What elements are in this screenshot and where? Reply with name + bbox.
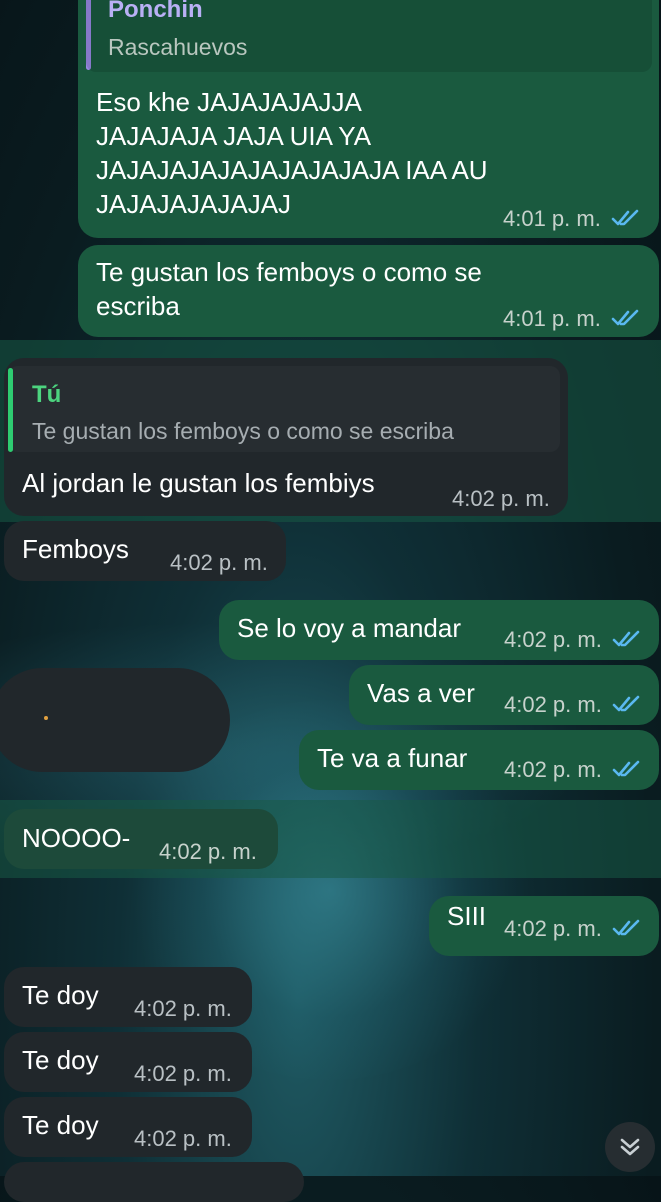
- message-bubble-incoming[interactable]: Tú Te gustan los femboys o como se escri…: [4, 358, 568, 516]
- message-bubble-incoming[interactable]: Te doy 4:02 p. m.: [4, 1032, 252, 1092]
- message-text: Femboys: [22, 534, 129, 564]
- message-bubble-incoming[interactable]: Femboys 4:02 p. m.: [4, 521, 286, 581]
- message-bubble-outgoing[interactable]: Se lo voy a mandar 4:02 p. m.: [219, 600, 659, 660]
- reply-sender-name: Ponchin: [108, 0, 203, 23]
- message-time: 4:02 p. m.: [134, 996, 232, 1021]
- message-time: 4:02 p. m.: [504, 627, 602, 652]
- double-check-icon: [612, 630, 640, 647]
- message-text: Te doy: [22, 980, 99, 1010]
- message-time: 4:02 p. m.: [504, 916, 602, 941]
- message-time: 4:01 p. m.: [503, 306, 601, 331]
- message-text-line: JAJAJAJA JAJA UIA YA: [96, 121, 372, 151]
- reply-quote-text: Rascahuevos: [108, 34, 248, 60]
- message-text: SIII: [447, 901, 487, 931]
- message-text: Te doy: [22, 1110, 99, 1140]
- message-time: 4:02 p. m.: [504, 757, 602, 782]
- message-text: Te va a funar: [317, 743, 468, 773]
- message-bubble-outgoing[interactable]: Ponchin Rascahuevos Eso khe JAJAJAJAJJA …: [78, 0, 659, 238]
- message-time: 4:02 p. m.: [504, 692, 602, 717]
- message-bubble-incoming[interactable]: Te doy 4:02 p. m.: [4, 967, 252, 1027]
- message-time: 4:01 p. m.: [503, 206, 601, 231]
- message-time: 4:02 p. m.: [134, 1061, 232, 1086]
- dot-icon: [44, 716, 48, 720]
- message-text-line: escriba: [96, 291, 180, 321]
- message-bubble-outgoing[interactable]: SIII 4:02 p. m.: [429, 896, 659, 956]
- chevron-double-down-icon: [620, 1138, 640, 1156]
- double-check-icon: [612, 760, 640, 777]
- reply-sender-name: Tú: [32, 381, 62, 408]
- double-check-icon: [612, 919, 640, 936]
- message-text: NOOOO-: [22, 823, 131, 853]
- message-text-line: Te gustan los femboys o como se: [96, 257, 482, 287]
- message-bubble-outgoing[interactable]: Te va a funar 4:02 p. m.: [299, 730, 659, 790]
- message-bubble-incoming[interactable]: [4, 1162, 304, 1202]
- double-check-icon: [611, 209, 639, 226]
- message-text: Se lo voy a mandar: [237, 613, 462, 643]
- message-bubble-incoming[interactable]: Te doy 4:02 p. m.: [4, 1097, 252, 1157]
- message-time: 4:02 p. m.: [159, 839, 257, 864]
- double-check-icon: [612, 695, 640, 712]
- message-time: 4:02 p. m.: [170, 550, 268, 575]
- reply-quote-text: Te gustan los femboys o como se escriba: [32, 418, 454, 444]
- message-text-line: JAJAJAJAJAJAJAJAJAJA IAA AU: [96, 155, 488, 185]
- message-text: Vas a ver: [367, 678, 475, 708]
- message-text: Al jordan le gustan los fembiys: [22, 468, 375, 498]
- message-bubble-outgoing[interactable]: Vas a ver 4:02 p. m.: [349, 665, 659, 725]
- message-text-line: Eso khe JAJAJAJAJJA: [96, 87, 362, 117]
- message-text: Te doy: [22, 1045, 99, 1075]
- message-bubble-incoming[interactable]: NOOOO- 4:02 p. m.: [4, 809, 278, 869]
- message-bubble-outgoing[interactable]: Te gustan los femboys o como se escriba …: [78, 245, 659, 337]
- redacted-message-bubble: [0, 668, 230, 772]
- reply-bar: [8, 368, 13, 452]
- double-check-icon: [611, 309, 639, 326]
- message-time: 4:02 p. m.: [452, 486, 550, 511]
- message-text-line: JAJAJAJAJAJAJ: [96, 189, 292, 219]
- scroll-to-bottom-button[interactable]: [605, 1122, 655, 1172]
- message-time: 4:02 p. m.: [134, 1126, 232, 1151]
